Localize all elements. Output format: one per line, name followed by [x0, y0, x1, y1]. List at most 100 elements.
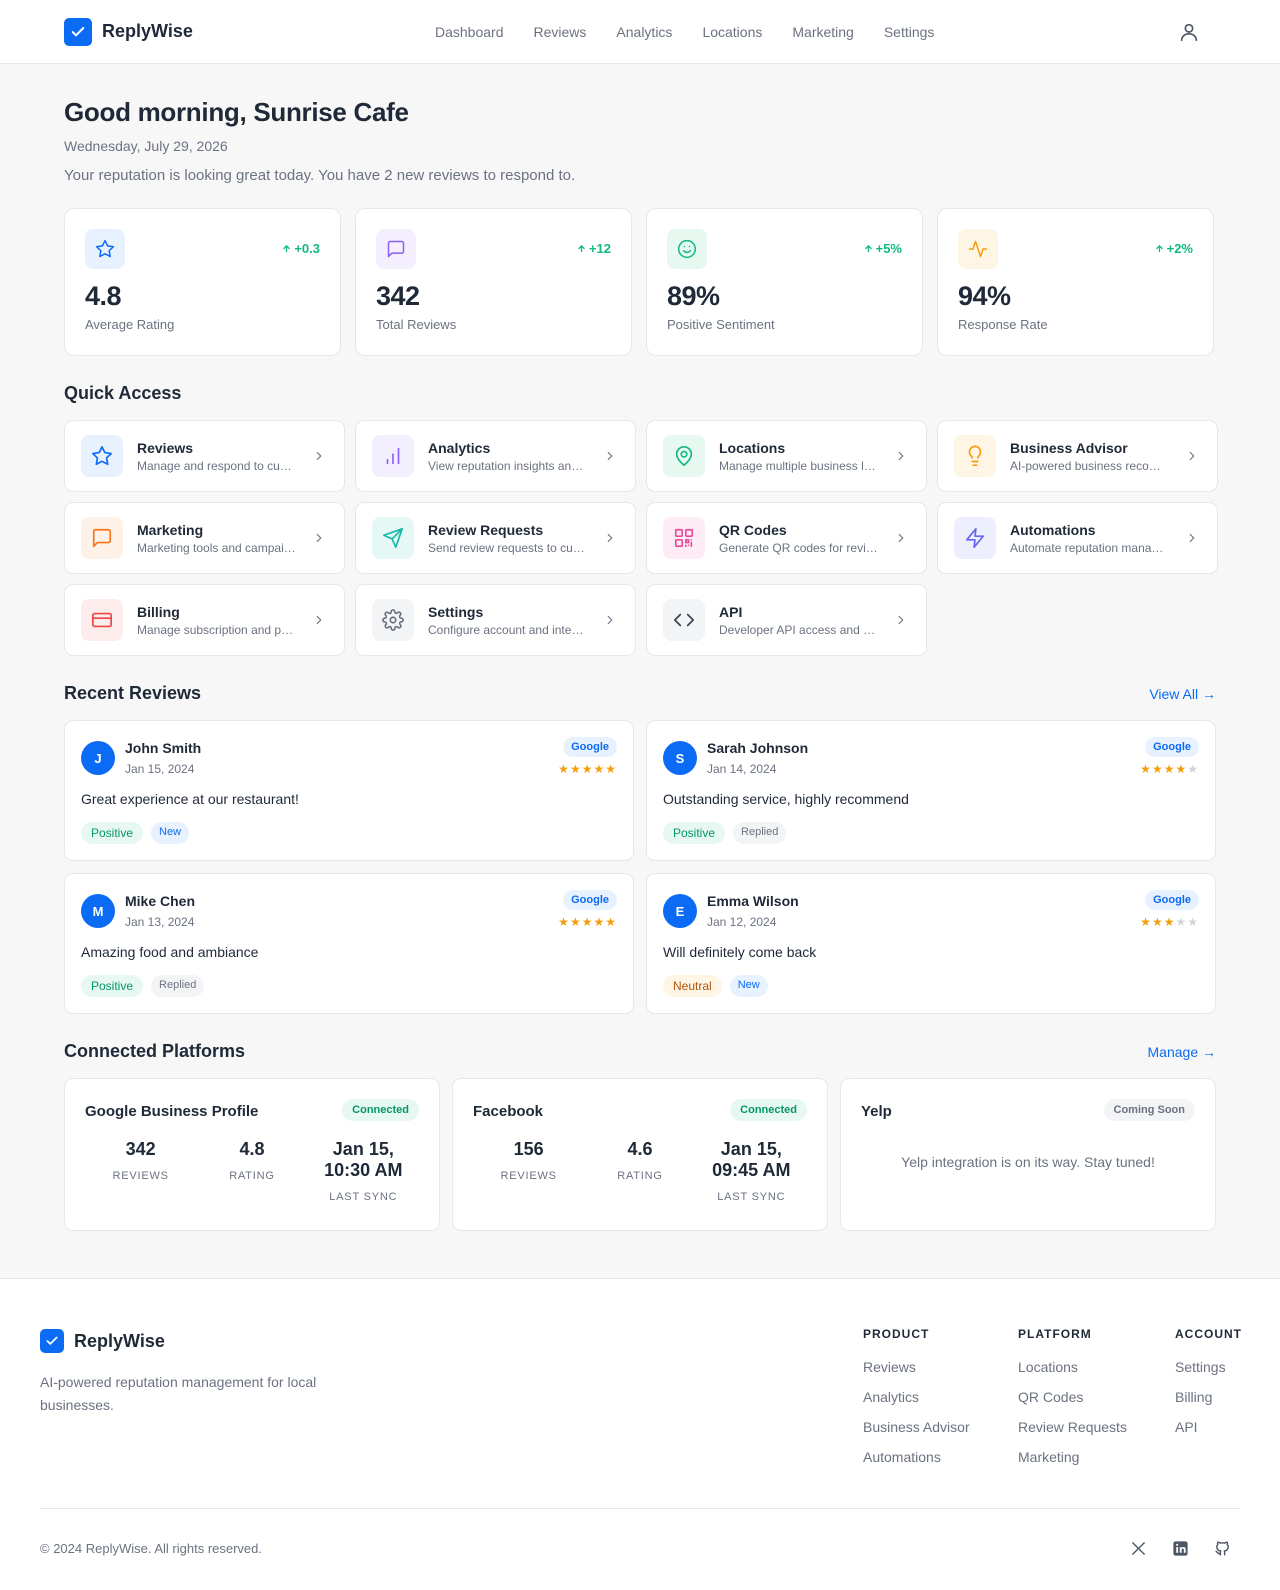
- stat-card-average-rating: +0.3 4.8 Average Rating: [64, 208, 341, 356]
- nav-marketing[interactable]: Marketing: [792, 24, 853, 40]
- stat-change: +12: [577, 241, 611, 256]
- footer-divider: [40, 1508, 1240, 1509]
- nav-locations[interactable]: Locations: [702, 24, 762, 40]
- star-icon: ★: [558, 762, 570, 776]
- review-card[interactable]: S Sarah Johnson Jan 14, 2024 Google ★★★★…: [646, 720, 1216, 861]
- platform-stat-last-sync: Jan 15, 09:45 AM LAST SYNC: [696, 1139, 807, 1203]
- nav-analytics[interactable]: Analytics: [616, 24, 672, 40]
- quick-access-title: Reviews: [137, 439, 194, 456]
- nav-dashboard[interactable]: Dashboard: [435, 24, 504, 40]
- quick-access-api[interactable]: API Developer API access and documentati…: [646, 584, 927, 656]
- platform-badge: Google: [1145, 890, 1199, 910]
- footer-link-business-advisor[interactable]: Business Advisor: [863, 1419, 970, 1435]
- stat-value: 94%: [958, 281, 1011, 311]
- quick-access-business-advisor[interactable]: Business Advisor AI-powered business rec…: [937, 420, 1218, 492]
- footer-link-analytics[interactable]: Analytics: [863, 1389, 970, 1405]
- platform-badge: Google: [563, 737, 617, 757]
- quick-access-text: QR Codes Generate QR codes for reviews: [719, 522, 879, 555]
- linkedin-icon[interactable]: [1172, 1540, 1189, 1562]
- platform-card-yelp[interactable]: Yelp Coming Soon Yelp integration is on …: [840, 1078, 1216, 1231]
- nav-reviews[interactable]: Reviews: [534, 24, 587, 40]
- quick-access-desc: Developer API access and documentation: [719, 622, 879, 637]
- footer-logo[interactable]: ReplyWise: [40, 1329, 165, 1353]
- platform-reviews-label: REVIEWS: [500, 1170, 557, 1182]
- platform-status-badge: Coming Soon: [1103, 1099, 1195, 1121]
- footer-logo-check-icon: [40, 1329, 64, 1353]
- bar-chart-icon: [372, 435, 414, 477]
- platform-rating-label: RATING: [617, 1170, 663, 1182]
- star-rating: ★★★★★: [1140, 915, 1199, 929]
- platform-name: Google Business Profile: [85, 1103, 259, 1120]
- platform-card-google-business-profile[interactable]: Google Business Profile Connected 342 RE…: [64, 1078, 440, 1231]
- chevron-right-icon: [312, 531, 326, 550]
- map-pin-icon: [663, 435, 705, 477]
- platform-card-facebook[interactable]: Facebook Connected 156 REVIEWS 4.6 RATIN…: [452, 1078, 828, 1231]
- platform-reviews-value: 156: [513, 1139, 544, 1159]
- footer-link-api[interactable]: API: [1175, 1419, 1242, 1435]
- smile-icon: [667, 229, 707, 269]
- star-rating: ★★★★★: [558, 915, 617, 929]
- quick-access-text: Settings Configure account and integrati…: [428, 604, 588, 637]
- review-tags: Neutral New: [663, 975, 768, 997]
- review-date: Jan 14, 2024: [707, 762, 777, 776]
- star-icon: ★: [605, 762, 617, 776]
- view-all-link[interactable]: View All →: [1149, 686, 1216, 702]
- review-text: Will definitely come back: [663, 944, 817, 960]
- user-icon[interactable]: [1178, 21, 1200, 43]
- logo-link[interactable]: ReplyWise: [64, 17, 193, 46]
- platform-rating-value: 4.6: [627, 1139, 653, 1159]
- lightbulb-icon: [954, 435, 996, 477]
- quick-access-locations[interactable]: Locations Manage multiple business locat…: [646, 420, 927, 492]
- quick-access-review-requests[interactable]: Review Requests Send review requests to …: [355, 502, 636, 574]
- quick-access-qr-codes[interactable]: QR Codes Generate QR codes for reviews: [646, 502, 927, 574]
- quick-access-reviews[interactable]: Reviews Manage and respond to customer r…: [64, 420, 345, 492]
- stat-change: +5%: [864, 241, 902, 256]
- review-card[interactable]: J John Smith Jan 15, 2024 Google ★★★★★ G…: [64, 720, 634, 861]
- quick-access-desc: Manage and respond to customer reviews: [137, 458, 297, 473]
- stat-change: +0.3: [282, 241, 320, 256]
- quick-access-settings[interactable]: Settings Configure account and integrati…: [355, 584, 636, 656]
- platform-last-sync-label: LAST SYNC: [329, 1191, 398, 1203]
- star-icon: ★: [593, 762, 606, 776]
- quick-access-text: API Developer API access and documentati…: [719, 604, 879, 637]
- footer-link-settings[interactable]: Settings: [1175, 1359, 1242, 1375]
- stat-label: Response Rate: [958, 317, 1048, 332]
- star-icon: ★: [1140, 915, 1152, 929]
- footer-column-title: PRODUCT: [863, 1327, 930, 1341]
- footer-link-automations[interactable]: Automations: [863, 1449, 970, 1465]
- stat-card-total-reviews: +12 342 Total Reviews: [355, 208, 632, 356]
- platform-last-sync-label: LAST SYNC: [717, 1191, 786, 1203]
- stat-change-value: +5%: [875, 241, 902, 256]
- footer-link-marketing[interactable]: Marketing: [1018, 1449, 1127, 1465]
- quick-access-title: Automations: [1010, 521, 1096, 538]
- manage-platforms-link[interactable]: Manage →: [1148, 1044, 1216, 1060]
- footer-description: AI-powered reputation management for loc…: [40, 1374, 317, 1413]
- nav-settings[interactable]: Settings: [884, 24, 935, 40]
- footer-link-billing[interactable]: Billing: [1175, 1389, 1242, 1405]
- footer-link-review-requests[interactable]: Review Requests: [1018, 1419, 1127, 1435]
- platforms-title: Connected Platforms: [64, 1041, 246, 1061]
- chevron-right-icon: [1185, 531, 1199, 550]
- quick-access-automations[interactable]: Automations Automate reputation manageme…: [937, 502, 1218, 574]
- platform-stat-rating: 4.8 RATING: [196, 1139, 307, 1203]
- footer-column-title: ACCOUNT: [1175, 1327, 1242, 1341]
- avatar: J: [81, 741, 115, 775]
- stat-value: 4.8: [85, 281, 122, 311]
- footer-link-locations[interactable]: Locations: [1018, 1359, 1127, 1375]
- review-card[interactable]: E Emma Wilson Jan 12, 2024 Google ★★★★★ …: [646, 873, 1216, 1014]
- quick-access-billing[interactable]: Billing Manage subscription and payments: [64, 584, 345, 656]
- quick-access-analytics[interactable]: Analytics View reputation insights and t…: [355, 420, 636, 492]
- x-icon[interactable]: [1130, 1540, 1147, 1562]
- platform-status-badge: Connected: [730, 1099, 807, 1121]
- github-icon[interactable]: [1214, 1540, 1231, 1562]
- quick-access-text: Marketing Marketing tools and campaigns: [137, 522, 297, 555]
- sentiment-badge: Positive: [663, 822, 726, 844]
- review-card[interactable]: M Mike Chen Jan 13, 2024 Google ★★★★★ Am…: [64, 873, 634, 1014]
- star-icon: ★: [581, 762, 594, 776]
- footer-link-qr-codes[interactable]: QR Codes: [1018, 1389, 1127, 1405]
- quick-access-title: Quick Access: [64, 383, 182, 403]
- quick-access-marketing[interactable]: Marketing Marketing tools and campaigns: [64, 502, 345, 574]
- footer-copyright: © 2024 ReplyWise. All rights reserved.: [40, 1541, 263, 1556]
- footer-link-reviews[interactable]: Reviews: [863, 1359, 970, 1375]
- review-text: Great experience at our restaurant!: [81, 791, 299, 807]
